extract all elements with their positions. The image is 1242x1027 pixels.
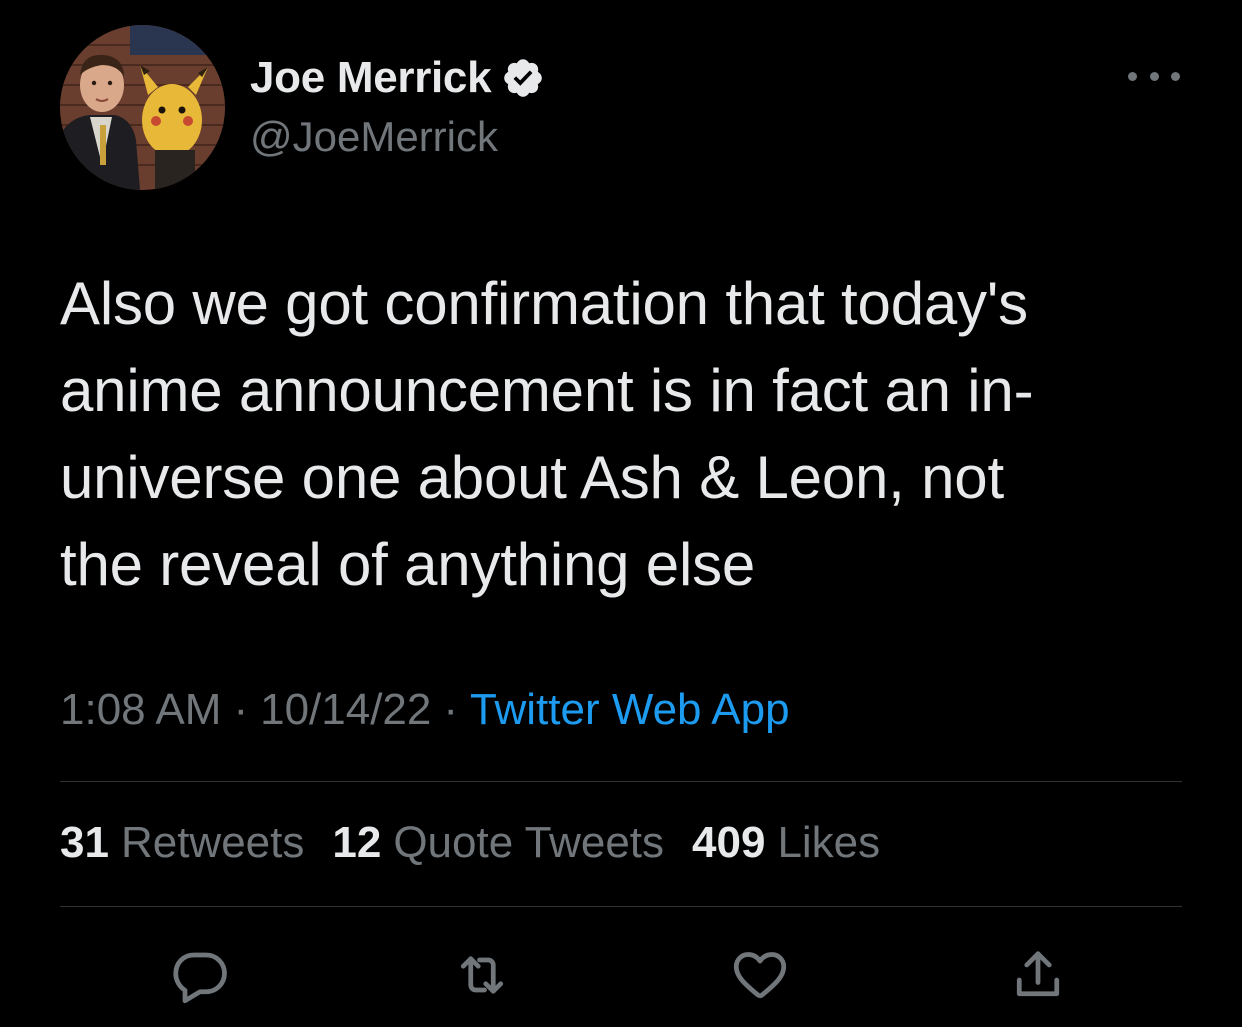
- dot: [1128, 71, 1137, 81]
- retweets-count: 31: [60, 818, 109, 867]
- tweet-text: Also we got confirmation that today's an…: [60, 270, 1034, 598]
- retweet-icon: [460, 956, 504, 994]
- likes-stat[interactable]: 409 Likes: [692, 818, 880, 868]
- divider: [60, 906, 1182, 907]
- separator: ·: [443, 685, 459, 734]
- share-icon: [1016, 951, 1060, 997]
- engagement-stats: 31 Retweets 12 Quote Tweets 409 Likes: [60, 818, 908, 868]
- user-handle[interactable]: @JoeMerrick: [250, 113, 498, 161]
- tweet-detail: Joe Merrick @JoeMerrick Also we got conf…: [0, 0, 1242, 1027]
- quote-tweets-stat[interactable]: 12 Quote Tweets: [332, 818, 664, 868]
- retweets-label: Retweets: [120, 818, 305, 867]
- like-button[interactable]: [730, 945, 790, 1005]
- dot: [1149, 71, 1159, 81]
- share-button[interactable]: [1008, 945, 1068, 1005]
- display-name[interactable]: Joe Merrick: [250, 53, 492, 103]
- tweet-metadata: 1:08 AM · 10/14/22 · Twitter Web App: [60, 685, 790, 735]
- action-bar: [0, 945, 1242, 1005]
- tweet-date[interactable]: 10/14/22: [260, 685, 431, 735]
- author-name-row[interactable]: Joe Merrick: [250, 52, 545, 104]
- more-options-icon[interactable]: [1128, 60, 1180, 92]
- retweets-stat[interactable]: 31 Retweets: [60, 818, 304, 868]
- divider: [60, 781, 1182, 782]
- separator: ·: [233, 685, 249, 734]
- dot: [1171, 71, 1180, 81]
- verified-badge-icon: [501, 56, 545, 100]
- reply-button[interactable]: [170, 945, 230, 1005]
- avatar[interactable]: [60, 25, 225, 190]
- likes-label: Likes: [777, 818, 881, 867]
- tweet-time[interactable]: 1:08 AM: [60, 685, 221, 735]
- tweet-source-link[interactable]: Twitter Web App: [470, 685, 790, 735]
- likes-count: 409: [692, 818, 766, 867]
- quote-tweets-count: 12: [332, 818, 382, 867]
- quote-tweets-label: Quote Tweets: [393, 818, 665, 867]
- heart-icon: [733, 952, 787, 999]
- reply-icon: [173, 952, 227, 1004]
- retweet-button[interactable]: [452, 945, 512, 1005]
